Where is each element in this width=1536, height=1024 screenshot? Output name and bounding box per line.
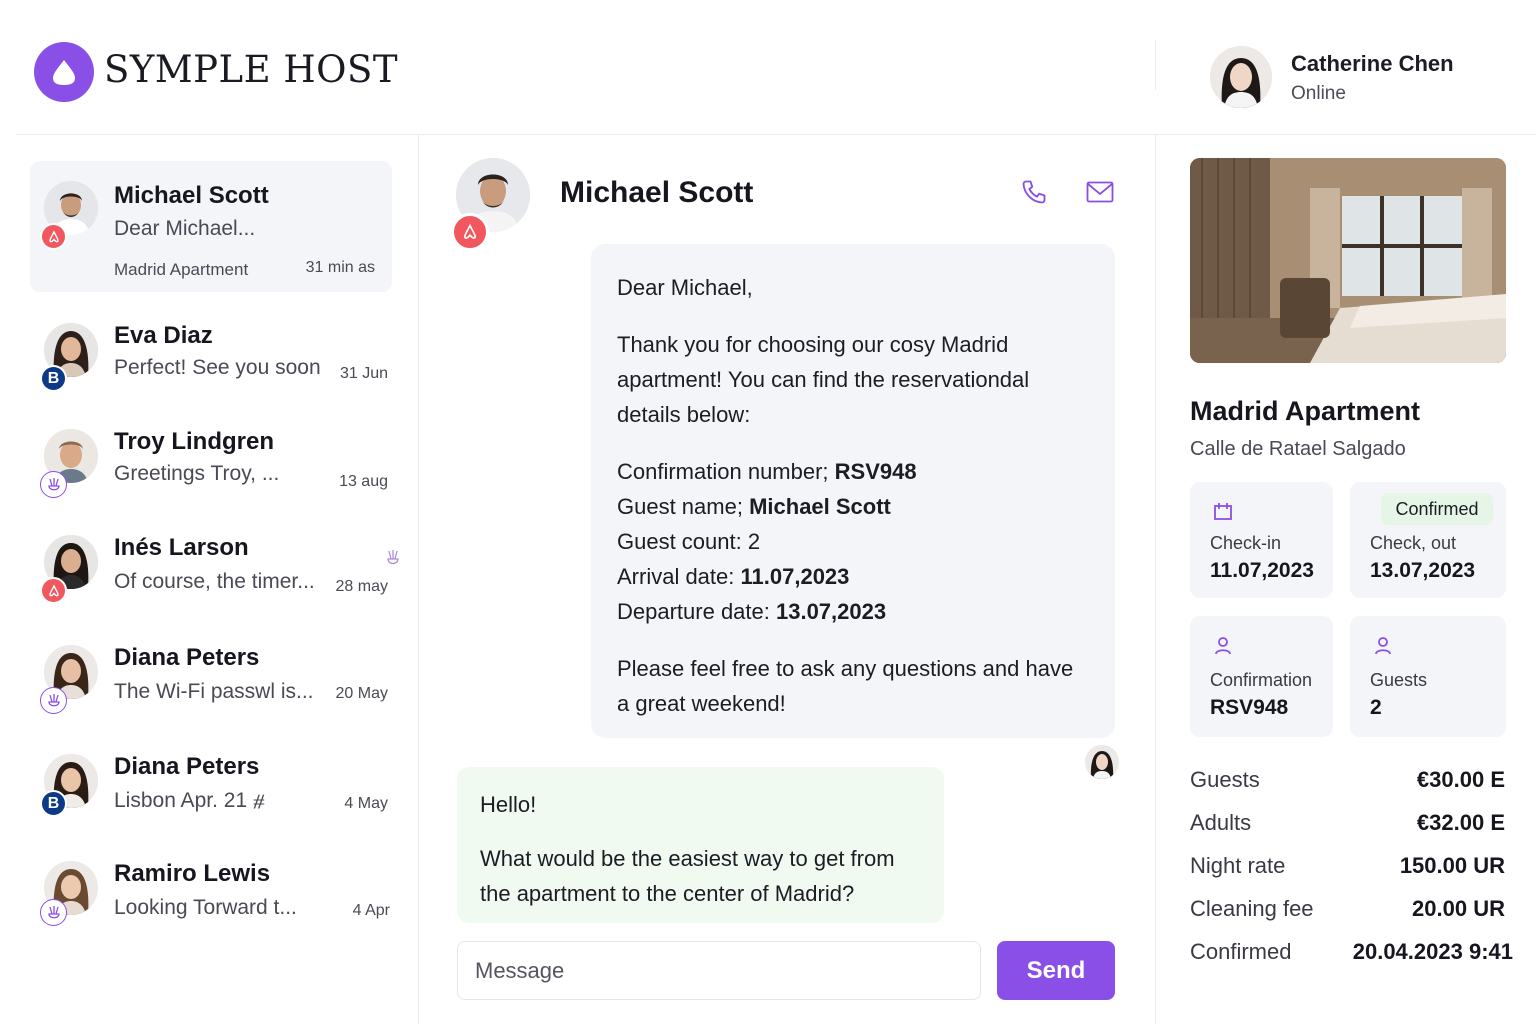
message-intro: Thank you for choosing our cosy Madrid a… [617,332,1030,427]
conversation-name: Michael Scott [114,182,269,209]
price-row-value: 20.04.2023 9:41 [1352,939,1513,964]
host-avatar [1085,745,1119,779]
conversation-name: Troy Lindgren [114,428,275,455]
conversation-item-ines-larson[interactable]: Inés Larson Of course, the timer... 28 m… [30,526,399,634]
airbnb-icon [451,213,489,251]
price-row-value: €32.00 E [1416,810,1505,835]
conversation-time: 4 May [344,795,388,812]
conversation-name: Diana Peters [114,644,260,671]
vrbo-icon [40,471,67,498]
confirmation-card: Confirmation RSV948 [1190,616,1333,737]
confirmation-value: RSV948 [1210,696,1289,719]
message-input[interactable] [457,941,981,1000]
details-divider [1155,135,1156,1024]
conversation-time: 28 may [335,578,388,595]
airbnb-icon [40,223,67,250]
mail-icon[interactable] [1080,172,1120,212]
conversation-name: Inés Larson [114,534,249,561]
guest-question: What would be the easiest way to get fro… [480,846,895,906]
checkout-value: 13.07,2023 [1370,559,1476,582]
booking-icon: B [40,790,67,817]
detail-departure: Departure date: 13.07,2023 [617,599,887,624]
detail-guest-name: Guest name; Michael Scott [617,494,891,519]
confirmation-label: Confirmation [1210,670,1313,690]
conversation-time: 20 May [335,685,388,702]
checkin-card: Check-in 11.07,2023 [1190,482,1333,598]
user-status: Online [1291,83,1346,104]
conversation-name: Eva Diaz [114,322,213,349]
status-badge: Confirmed [1381,493,1493,525]
vrbo-icon [384,548,402,573]
conversation-item-diana-peters-2[interactable]: B Diana Peters Lisbon Apr. 21 ⧣ 4 May [30,745,392,853]
vrbo-icon [40,899,67,926]
conversation-preview: The Wi-Fi passwl is... [114,680,314,703]
app-header: SYMPLE HOST Catherine Chen Online [0,0,1536,135]
host-message-bubble: Dear Michael, Thank you for choosing our… [591,244,1115,738]
airbnb-icon [40,577,67,604]
price-row-label: Confirmed [1190,939,1292,964]
price-row-label: Guests [1190,767,1260,792]
user-icon [1372,634,1394,661]
conversation-listing: Madrid Apartment [114,260,249,279]
price-row-value: 150.00 UR [1399,853,1505,878]
conversation-preview: Lisbon Apr. 21 ⧣ [114,789,265,812]
price-row-value: 20.00 UR [1412,896,1505,921]
user-icon [1212,634,1234,661]
calendar-icon [1212,500,1234,527]
message-closing: Please feel free to ask any questions an… [617,656,1074,716]
send-button[interactable]: Send [997,941,1115,1000]
guests-value: 2 [1370,696,1382,719]
price-row-value: €30.00 E [1416,767,1505,792]
conversation-preview: Looking Torward t... [114,896,297,919]
guests-label: Guests [1370,670,1428,690]
booking-icon: B [40,365,67,392]
guests-card: Guests 2 [1350,616,1506,737]
property-photo [1190,158,1506,363]
header-divider [1155,40,1156,90]
message-greeting: Dear Michael, [617,275,753,300]
checkout-label: Check, out [1370,533,1457,553]
checkin-value: 11.07,2023 [1210,559,1314,582]
conversation-item-troy-lindgren[interactable]: Troy Lindgren Greetings Troy, ... 13 aug [30,420,392,528]
guest-message-bubble: Hello! What would be the easiest way to … [457,767,944,923]
conversation-item-michael-scott[interactable]: Michael Scott Dear Michael... Madrid Apa… [30,161,392,292]
checkin-label: Check-in [1210,533,1282,553]
conversation-preview: Perfect! See you soon [114,356,321,379]
user-name[interactable]: Catherine Chen [1291,51,1454,77]
conversation-name: Diana Peters [114,753,260,780]
conversation-preview: Dear Michael... [114,217,256,240]
reservation-details: Confirmation number; RSV948 Guest name; … [617,454,1089,629]
conversation-time: 13 aug [339,473,388,490]
conversation-item-eva-diaz[interactable]: B Eva Diaz Perfect! See you soon 31 Jun [30,314,392,422]
price-row-label: Night rate [1190,853,1286,878]
conversation-preview: Greetings Troy, ... [114,462,280,485]
conversation-time: 31 min as [305,259,375,276]
conversation-item-ramiro-lewis[interactable]: Ramiro Lewis Looking Torward t... 4 Apr [30,852,392,960]
property-address: Calle de Ratael Salgado [1190,438,1406,460]
price-row-label: Cleaning fee [1190,896,1314,921]
conversation-name: Ramiro Lewis [114,860,271,887]
header-divider-line [16,134,1536,135]
price-row-label: Adults [1190,810,1252,835]
conversation-item-diana-peters[interactable]: Diana Peters The Wi-Fi passwl is... 20 M… [30,636,392,744]
conversation-time: 31 Jun [339,365,388,382]
sidebar-divider [418,135,419,1024]
logo-icon [34,42,94,102]
detail-confirmation: Confirmation number; RSV948 [617,459,917,484]
property-title: Madrid Apartment [1190,396,1421,426]
brand-name: SYMPLE HOST [104,48,399,91]
user-avatar[interactable] [1210,46,1272,108]
guest-greeting: Hello! [480,792,537,817]
conversation-time: 4 Apr [352,902,390,919]
detail-arrival: Arrival date: 11.07,2023 [617,564,850,589]
detail-guest-count: Guest count: 2 [617,529,761,554]
phone-icon[interactable] [1014,172,1054,212]
vrbo-icon [40,687,67,714]
chat-contact-name: Michael Scott [560,176,754,209]
conversation-preview: Of course, the timer... [114,570,315,593]
